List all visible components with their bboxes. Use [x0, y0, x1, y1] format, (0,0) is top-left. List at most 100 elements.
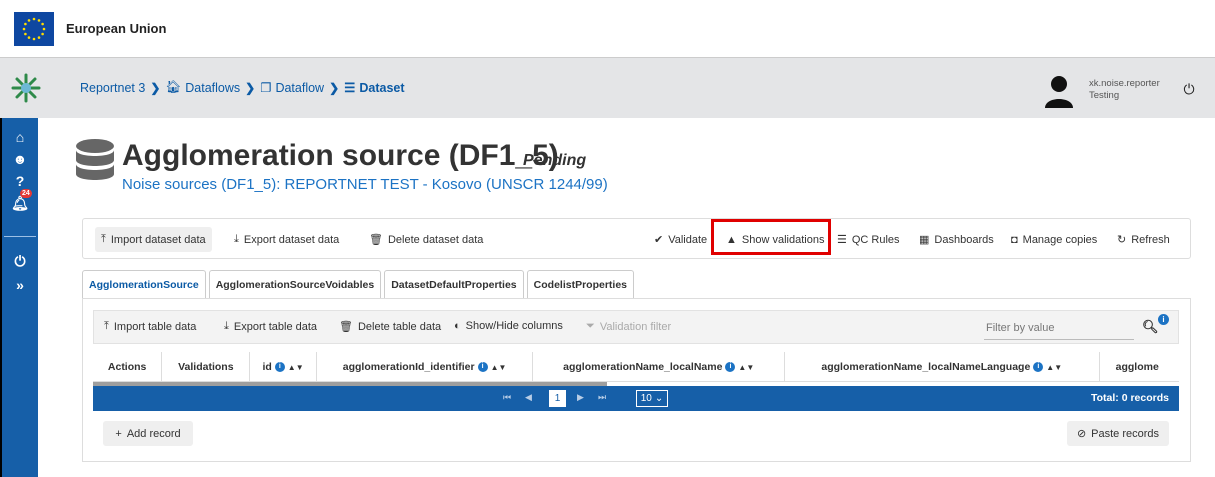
power-icon[interactable]: ⏻ — [1179, 81, 1199, 101]
sort-icon: ▲▼ — [738, 362, 755, 372]
validation-filter-button[interactable]: ⏷ Validation filter — [586, 320, 671, 333]
refresh-icon: ↻ — [1117, 234, 1127, 246]
rows-per-page-select[interactable]: 10 ⌄ — [636, 390, 668, 407]
breadcrumb: Reportnet 3 ❯ 🏠︎ Dataflows ❯ ❐ Dataflow ❯ … — [80, 80, 405, 95]
info-icon[interactable]: i — [477, 362, 488, 372]
user-name: xk.noise.reporter — [1089, 78, 1160, 89]
column-header-sortable[interactable]: agglomerationName_localNameLanguage i ▲▼ — [785, 352, 1100, 381]
eu-header: European Union — [0, 0, 1215, 58]
user-info[interactable]: xk.noise.reporter Testing — [1089, 78, 1160, 102]
delete-table-button[interactable]: 🗑︎ Delete table data — [339, 320, 441, 334]
chevron-right-icon: ❯ — [329, 80, 340, 95]
import-table-button[interactable]: ⤒ Import table data — [104, 320, 196, 333]
last-page-icon[interactable]: ⏭ — [598, 392, 606, 403]
add-record-button[interactable]: + Add record — [103, 421, 193, 446]
database-icon: ☰ — [344, 81, 356, 95]
eu-flag-icon — [14, 12, 54, 46]
check-circle-icon: ✔ — [654, 234, 664, 246]
table-header: Actions Validations id i ▲▼ agglomerationI… — [93, 352, 1179, 382]
paste-records-button[interactable]: ⊘ Paste records — [1067, 421, 1169, 446]
column-header-sortable[interactable]: agglomerationId_identifier i ▲▼ — [317, 352, 534, 381]
info-icon[interactable]: i — [1158, 314, 1169, 325]
trash-icon: 🗑︎ — [339, 321, 353, 333]
column-header-sortable[interactable]: id i ▲▼ — [250, 352, 317, 381]
info-icon[interactable]: i — [1033, 362, 1044, 372]
column-header: Actions — [93, 352, 163, 381]
app-bar: Reportnet 3 ❯ 🏠︎ Dataflows ❯ ❐ Dataflow ❯ … — [0, 58, 1215, 118]
plus-icon: + — [115, 427, 122, 440]
page-title: Agglomeration source (DF1_5) — [122, 139, 559, 172]
filter-icon: ⏷ — [586, 320, 595, 332]
highlight-annotation — [711, 219, 831, 255]
prev-page-icon[interactable]: ◀ — [525, 392, 532, 403]
validate-button[interactable]: ✔ Validate — [648, 227, 713, 252]
show-hide-columns-button[interactable]: ◐ Show/Hide columns — [454, 320, 563, 332]
search-icon[interactable]: 🔍︎ — [1142, 319, 1159, 335]
notification-badge: 24 — [20, 189, 32, 198]
user-avatar-icon[interactable] — [1041, 72, 1077, 108]
sort-icon: ▲▼ — [1046, 362, 1063, 372]
sidebar-divider — [4, 236, 36, 237]
column-header: Validations — [162, 352, 251, 381]
eye-slash-icon: ◐ — [454, 320, 461, 332]
user-role: Testing — [1089, 90, 1120, 101]
upload-icon: ⤒ — [101, 233, 106, 245]
qc-rules-button[interactable]: ☰ QC Rules — [831, 227, 906, 252]
export-table-button[interactable]: ⤓ Export table data — [224, 320, 317, 333]
clone-icon: ❐ — [260, 81, 272, 95]
chevron-right-icon: ❯ — [150, 80, 161, 95]
sort-icon: ▲▼ — [490, 362, 507, 372]
filter-input[interactable] — [984, 316, 1134, 340]
tab-codelist-properties[interactable]: CodelistProperties — [526, 270, 635, 299]
manage-copies-button[interactable]: ◘ Manage copies — [1005, 227, 1103, 252]
list-icon: ☰ — [837, 234, 847, 246]
import-dataset-button[interactable]: ⤒ Import dataset data — [95, 227, 212, 252]
page-subtitle: Noise sources (DF1_5): REPORTNET TEST - … — [122, 176, 608, 193]
tab-agglomeration-source[interactable]: AgglomerationSource — [82, 270, 206, 299]
refresh-button[interactable]: ↻ Refresh — [1111, 227, 1176, 252]
help-icon[interactable]: ? — [2, 170, 38, 192]
paginator: ⏮ ◀ 1 ▶ ⏭ 10 ⌄ Total: 0 records — [93, 386, 1179, 411]
notifications-icon[interactable]: 🔔︎ 24 — [2, 189, 38, 214]
home-icon: 🏠︎ — [165, 80, 182, 94]
reportnet-logo-icon[interactable] — [10, 72, 42, 104]
breadcrumb-reportnet[interactable]: Reportnet 3 — [80, 81, 145, 95]
info-icon[interactable]: i — [725, 362, 736, 372]
sort-icon: ▲▼ — [287, 362, 304, 372]
column-header-sortable[interactable]: agglome — [1100, 352, 1179, 381]
breadcrumb-dataflows[interactable]: 🏠︎ Dataflows — [165, 80, 240, 95]
eu-title: European Union — [66, 21, 167, 36]
expand-sidebar-icon[interactable]: » — [2, 274, 38, 296]
delete-dataset-button[interactable]: 🗑︎ Delete dataset data — [363, 227, 489, 252]
paperclip-icon: ⊘ — [1076, 428, 1087, 440]
trash-icon: 🗑︎ — [369, 234, 383, 246]
first-page-icon[interactable]: ⏮ — [503, 392, 511, 403]
total-records: Total: 0 records — [1091, 392, 1169, 404]
chevron-right-icon: ❯ — [245, 80, 256, 95]
breadcrumb-dataflow[interactable]: ❐ Dataflow — [260, 80, 324, 96]
breadcrumb-dataset: ☰ Dataset — [344, 80, 405, 96]
dataset-toolbar: ⤒ Import dataset data ⤓ Export dataset dat… — [82, 218, 1191, 259]
dashboards-button[interactable]: ▦ Dashboards — [913, 227, 1000, 252]
download-icon: ⤓ — [224, 320, 229, 332]
chart-icon: ▦ — [919, 234, 930, 246]
upload-icon: ⤒ — [104, 320, 109, 332]
power-icon[interactable]: ⏻ — [2, 250, 38, 272]
status-badge: Pending — [523, 152, 587, 169]
left-sidebar: ⌂ ☻ ? 🔔︎ 24 ⏻ » — [2, 118, 38, 477]
tab-dataset-default-properties[interactable]: DatasetDefaultProperties — [384, 270, 524, 299]
database-icon — [76, 139, 114, 180]
table-toolbar: ⤒ Import table data ⤓ Export table data 🗑︎… — [93, 310, 1179, 344]
export-dataset-button[interactable]: ⤓ Export dataset data — [228, 227, 345, 252]
table-panel: ⤒ Import table data ⤓ Export table data 🗑︎… — [82, 298, 1191, 462]
table-tabs: AgglomerationSource AgglomerationSourceV… — [82, 270, 635, 299]
column-header-sortable[interactable]: agglomerationName_localName i ▲▼ — [533, 352, 785, 381]
home-icon[interactable]: ⌂ — [2, 126, 38, 148]
download-icon: ⤓ — [234, 233, 239, 245]
tab-agglomeration-source-voidables[interactable]: AgglomerationSourceVoidables — [208, 270, 382, 299]
next-page-icon[interactable]: ▶ — [577, 392, 584, 403]
current-page[interactable]: 1 — [549, 390, 566, 407]
camera-icon: ◘ — [1011, 233, 1018, 246]
user-profile-icon[interactable]: ☻ — [2, 148, 38, 170]
info-icon[interactable]: i — [274, 362, 285, 372]
